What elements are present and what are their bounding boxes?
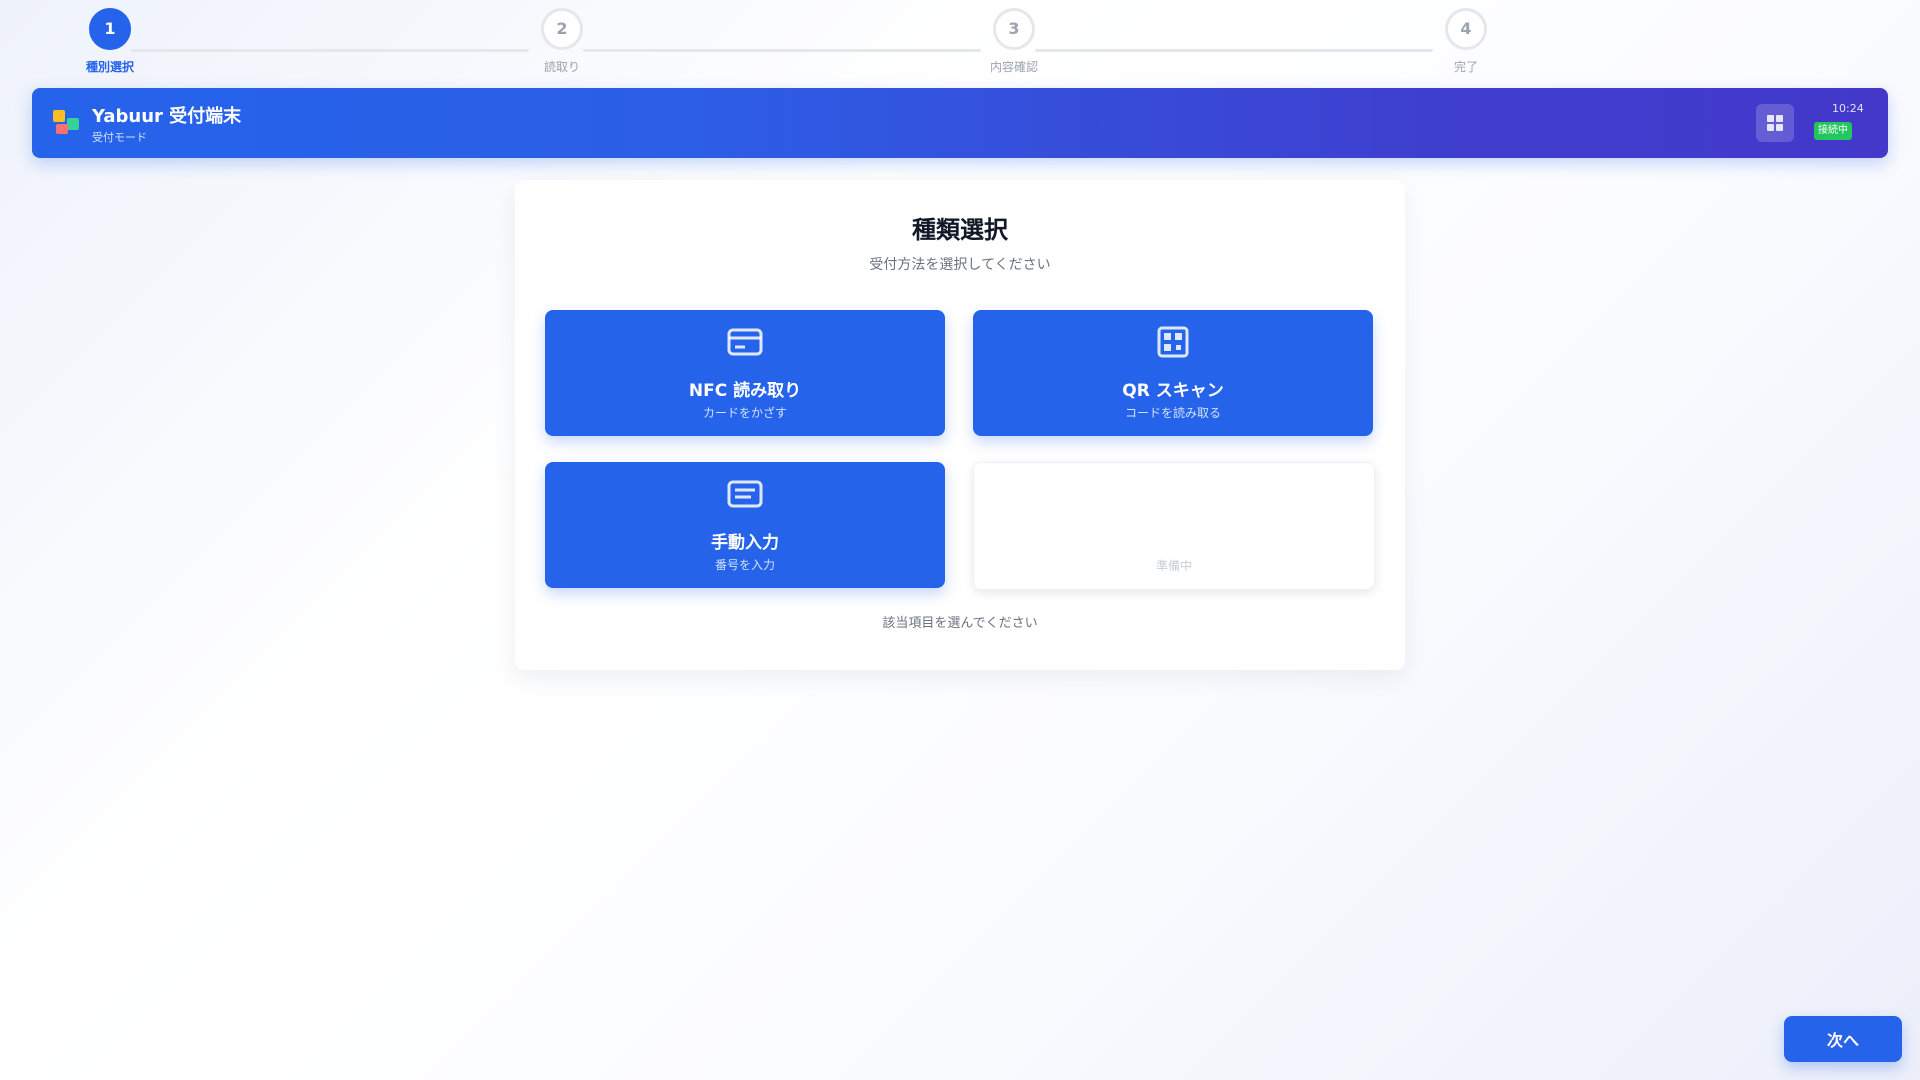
step-connector xyxy=(131,49,529,52)
step-label: 内容確認 xyxy=(989,60,1038,74)
page-subtitle: 受付方法を選択してください xyxy=(869,257,1051,273)
option-title: NFC 読み取り xyxy=(688,381,802,401)
step-circle: 2 xyxy=(541,8,583,50)
step-circle: 1 xyxy=(89,8,131,50)
option-nfc-button[interactable]: NFC 読み取り カードをかざす xyxy=(545,310,945,436)
option-subtitle: コードを読み取る xyxy=(1124,406,1221,420)
page-title: 種類選択 xyxy=(912,216,1008,244)
step-circle: 3 xyxy=(993,8,1035,50)
selection-card: 種類選択 受付方法を選択してください NFC 読み取り カードをかざす QR ス… xyxy=(515,180,1405,670)
app-title: Yabuur 受付端末 xyxy=(92,106,242,127)
keyboard-icon xyxy=(727,480,763,508)
progress-stepper: 1 種別選択 2 読取り 3 内容確認 4 完了 xyxy=(50,8,1487,78)
app-logo-icon xyxy=(53,110,79,134)
clock-time: 10:24 xyxy=(1832,102,1864,115)
qr-code-icon xyxy=(1157,326,1189,358)
option-subtitle: 準備中 xyxy=(1155,559,1192,573)
option-manual-input-button[interactable]: 手動入力 番号を入力 xyxy=(545,462,945,588)
option-qr-button[interactable]: QR スキャン コードを読み取る xyxy=(973,310,1373,436)
step-connector xyxy=(583,49,981,52)
step-label: 完了 xyxy=(1453,60,1478,74)
app-header: Yabuur 受付端末 受付モード 10:24 接続中 xyxy=(32,88,1888,158)
option-title: QR スキャン xyxy=(1122,381,1224,401)
card-icon xyxy=(727,328,763,356)
step-circle: 4 xyxy=(1445,8,1487,50)
app-subtitle: 受付モード xyxy=(92,131,147,144)
step-2: 2 読取り xyxy=(502,8,622,75)
step-connector xyxy=(1035,49,1433,52)
grid-icon xyxy=(1767,115,1783,131)
step-label: 読取り xyxy=(543,60,580,74)
option-title: 手動入力 xyxy=(711,533,779,553)
step-4: 4 完了 xyxy=(1406,8,1526,75)
step-label: 種別選択 xyxy=(85,60,134,74)
step-3: 3 内容確認 xyxy=(954,8,1074,75)
option-subtitle: 番号を入力 xyxy=(714,558,775,572)
next-button[interactable]: 次へ xyxy=(1784,1016,1902,1062)
option-subtitle: カードをかざす xyxy=(702,406,787,420)
selection-hint: 該当項目を選んでください xyxy=(882,616,1038,631)
status-badge: 接続中 xyxy=(1814,122,1852,140)
menu-grid-button[interactable] xyxy=(1756,104,1794,142)
step-1: 1 種別選択 xyxy=(50,8,170,75)
option-placeholder-tile: 準備中 xyxy=(973,462,1375,590)
